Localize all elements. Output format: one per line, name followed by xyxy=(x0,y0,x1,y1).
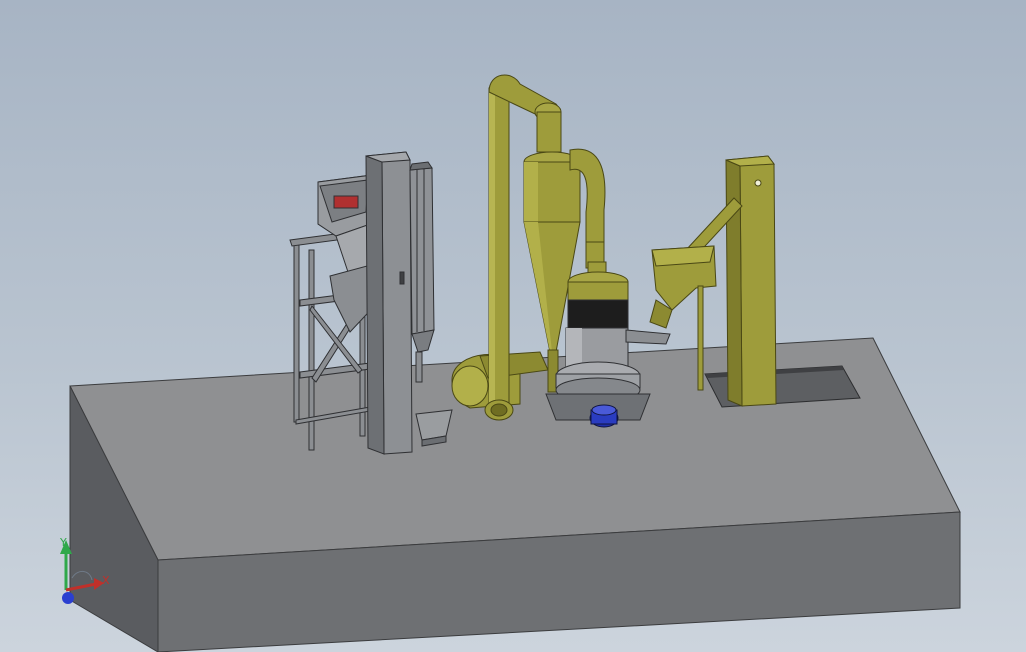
triad-z-axis xyxy=(62,592,74,604)
cad-viewport[interactable]: Y X xyxy=(0,0,1026,652)
elevator-pulley xyxy=(754,179,762,187)
mill-roller xyxy=(567,299,629,331)
cad-scene[interactable]: Y X xyxy=(0,0,1026,652)
triad-y-label: Y xyxy=(59,536,67,549)
triad-x-label: X xyxy=(102,574,110,587)
hopper-material xyxy=(333,195,359,209)
bucket-elevator-left[interactable] xyxy=(365,151,413,455)
drive-motor[interactable] xyxy=(589,404,619,428)
elevator-window xyxy=(399,271,405,285)
dust-collector[interactable] xyxy=(409,161,435,383)
